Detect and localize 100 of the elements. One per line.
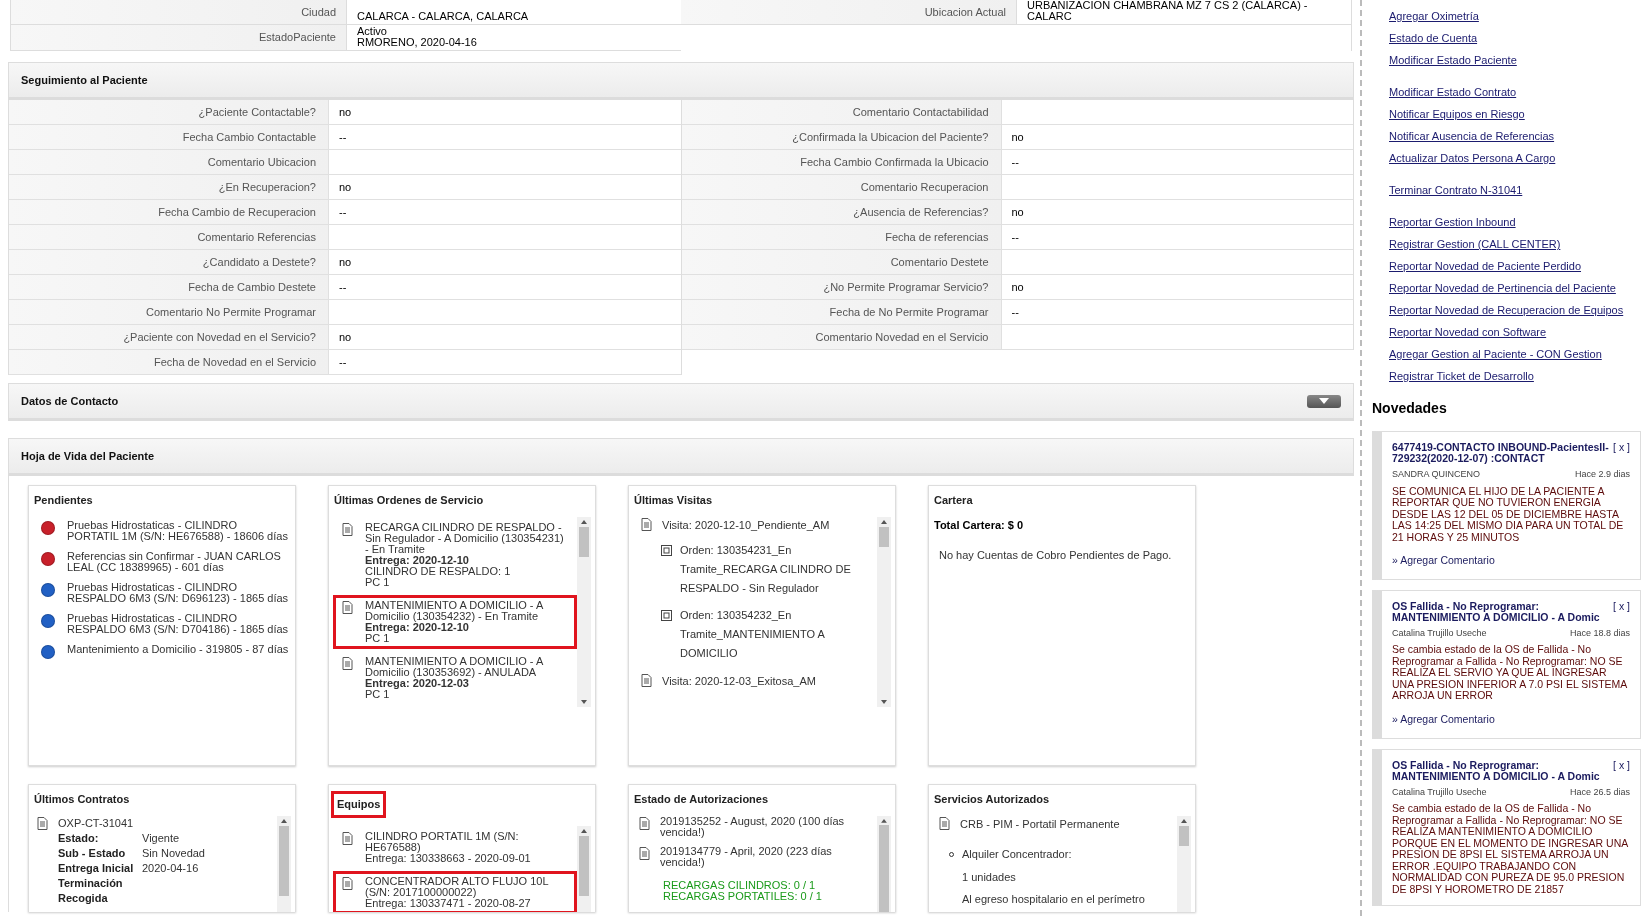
caret-icon (1319, 398, 1329, 404)
document-icon (641, 674, 652, 687)
panel-title: Seguimiento al Paciente (21, 72, 148, 88)
action-link[interactable]: Reportar Novedad con Software (1389, 324, 1547, 346)
visit-entry[interactable]: Visita: 2020-12-10_Pendiente_AM (662, 516, 830, 533)
action-link[interactable]: Reportar Novedad de Recuperacion de Equipos (1389, 302, 1624, 324)
service-detail: 1 unidades (961, 869, 1017, 885)
scrollbar[interactable] (577, 825, 591, 912)
field-value: -- (339, 129, 348, 145)
action-link[interactable]: Notificar Equipos en Riesgo (1389, 106, 1525, 128)
action-link[interactable]: Reportar Novedad de Pertinencia del Paciente (1389, 280, 1616, 302)
pending-item[interactable]: Pruebas Hidrostaticas - CILINDRO PORTATIL 1M (S/N: HE676588) - 18606 días (67, 519, 289, 542)
entry-line: CONCENTRADOR ALTO FLUJO 10L (S/N: 2017100000022) (365, 875, 550, 898)
field-value: CALARC (1027, 11, 1073, 22)
field-value: -- (1011, 229, 1020, 245)
order-icon (661, 610, 672, 621)
scroll-thumb[interactable] (279, 825, 289, 896)
entry-line: Entrega: 2020-12-03 (365, 677, 469, 689)
scrollbar[interactable] (1177, 815, 1191, 912)
visit-order: Orden: 130354231_En Tramite_RECARGA CILINDRO DE RESPALDO - Sin Regulador (680, 543, 852, 596)
cartera-total: Total Cartera: $ 0 (933, 517, 1025, 533)
field-value: no (339, 104, 353, 120)
list-entry[interactable]: CONCENTRADOR ALTO FLUJO 10L (S/N: 2017100000022) Entrega: 130337471 - 2020-08-27 (333, 870, 577, 912)
entry-line: MANTENIMIENTO A DOMICILIO - A Domicilio (130353692) - ANULADA (365, 655, 544, 678)
service-item: Alquiler Concentrador: (962, 847, 1072, 862)
add-comment-link[interactable]: » Agregar Comentario (1392, 553, 1495, 569)
card-title: Pendientes (34, 493, 93, 508)
action-link[interactable]: Agregar Oximetría (1389, 8, 1479, 30)
expand-toggle-button[interactable] (1307, 394, 1341, 408)
scrollbar[interactable] (277, 815, 291, 912)
card-title: Últimos Contratos (34, 792, 130, 807)
news-age: Hace 26.5 dias (1569, 785, 1630, 799)
authorization-entry[interactable]: 2019134779 - April, 2020 (223 días vencida!) (660, 845, 873, 868)
action-link[interactable]: Actualizar Datos Persona A Cargo (1389, 150, 1556, 172)
service-name[interactable]: CRB - PIM - Portatil Permanente (960, 815, 1120, 832)
action-link[interactable]: Reportar Gestion Inbound (1389, 214, 1516, 236)
authorization-entry[interactable]: 2019135252 - August, 2020 (100 días vencida!) (660, 815, 873, 838)
contract-label: Estado: (58, 830, 100, 846)
action-link[interactable]: Agregar Gestion al Paciente - CON Gestion (1389, 346, 1602, 368)
news-age: Hace 18.8 dias (1569, 626, 1630, 640)
pending-item[interactable]: Pruebas Hidrostaticas - CILINDRO RESPALDO 6M3 (S/N: D696123) - 1865 días (67, 581, 289, 604)
field-label: Comentario Novedad en el Servicio (681, 325, 1002, 349)
field-value: RMORENO, 2020-04-16 (357, 37, 477, 48)
document-icon (641, 517, 652, 531)
action-link[interactable]: Notificar Ausencia de Referencias (1389, 128, 1555, 150)
close-link[interactable]: [ x ] (1613, 759, 1630, 782)
field-label: Comentario No Permite Programar (9, 300, 329, 324)
visit-order: Orden: 130354232_En Tramite_MANTENIMIENTO A DOMICILIO (680, 608, 826, 661)
scroll-thumb[interactable] (879, 825, 889, 912)
visit-entry[interactable]: Visita: 2020-12-03_Exitosa_AM (662, 673, 816, 690)
field-value: Activo (357, 26, 388, 37)
action-link[interactable]: Terminar Contrato N-31041 (1389, 182, 1523, 204)
card-title: Últimas Ordenes de Servicio (334, 493, 484, 508)
scroll-thumb[interactable] (879, 526, 889, 547)
field-label: ¿Ausencia de Referencias? (681, 200, 1002, 224)
action-link[interactable]: Modificar Estado Contrato (1389, 84, 1517, 106)
list-entry[interactable]: CILINDRO PORTATIL 1M (S/N: HE676588) Entrega: 130338663 - 2020-09-01 (333, 825, 577, 869)
news-title: 6477419-CONTACTO INBOUND-PacientesII-729232(2020-12-07) :CONTACT (1392, 442, 1610, 464)
scroll-thumb[interactable] (579, 526, 589, 557)
action-link[interactable]: Reportar Novedad de Paciente Perdido (1389, 258, 1581, 280)
panel-title: Hoja de Vida del Paciente (21, 448, 155, 464)
action-link[interactable]: Registrar Ticket de Desarrollo (1389, 368, 1534, 390)
field-label: Fecha de referencias (681, 225, 1002, 249)
field-value: -- (339, 204, 348, 220)
list-entry[interactable]: RECARGA CILINDRO DE RESPALDO - Sin Regulador - A Domicilio (130354231) - En Tramite Entrega: 2020-12-10 CILINDRO DE RESPALDO: 1 PC 1 (333, 516, 577, 593)
news-body: SE COMUNICA EL HIJO DE LA PACIENTE A REPORTAR QUE NO TUVIERON ENERGIA DESDE LAS 12 DEL 05 DE DICIEMBRE HASTA LAS 14:25 DEL MISMO DIA PARA UN TOTAL DE 21 HORAS Y 25 MINUTOS (1392, 485, 1625, 543)
scroll-thumb[interactable] (1179, 825, 1189, 846)
service-detail: Al egreso hospitalario en el perímetro (961, 892, 1146, 907)
document-icon (37, 816, 48, 830)
document-icon (342, 600, 353, 614)
pending-item[interactable]: Mantenimiento a Domicilio - 319805 - 87 días (67, 643, 289, 655)
scrollbar[interactable] (577, 516, 591, 707)
panel-title: Datos de Contacto (21, 393, 119, 409)
entry-line: PC 1 (365, 576, 391, 588)
add-comment-link[interactable]: » Agregar Comentario (1392, 711, 1495, 728)
entry-line: Entrega: 2020-12-10 (365, 554, 470, 566)
field-value: no (339, 179, 353, 195)
close-link[interactable]: [ x ] (1613, 600, 1630, 623)
card-title: Cartera (934, 493, 973, 508)
list-entry[interactable]: MANTENIMIENTO A DOMICILIO - A Domicilio (130353692) - ANULADA Entrega: 2020-12-03 PC 1 (333, 650, 577, 705)
document-icon (342, 522, 353, 536)
document-icon (939, 816, 950, 830)
action-link[interactable]: Modificar Estado Paciente (1389, 52, 1517, 74)
scroll-thumb[interactable] (579, 835, 589, 896)
contract-value: 2020-04-16 (142, 860, 199, 876)
scrollbar[interactable] (877, 516, 891, 707)
list-entry[interactable]: MANTENIMIENTO A DOMICILIO - A Domicilio (130354232) - En Tramite Entrega: 2020-12-10 PC 1 (333, 594, 577, 649)
field-value: URBANIZACION CHAMBRANA MZ 7 CS 2 (CALARCA) - (1027, 0, 1308, 11)
entry-line: RECARGA CILINDRO DE RESPALDO - Sin Regulador - A Domicilio (130354231) - En Tramite (365, 521, 565, 555)
contract-code[interactable]: OXP-CT-31041 (58, 815, 205, 831)
field-label: Ubicacion Actual (681, 0, 1017, 24)
news-author: SANDRA QUINCENO (1392, 468, 1480, 481)
field-value: no (339, 329, 353, 345)
action-link[interactable]: Registrar Gestion (CALL CENTER) (1389, 236, 1561, 258)
pending-item[interactable]: Referencias sin Confirmar - JUAN CARLOS LEAL (CC 18389965) - 601 días (67, 550, 289, 573)
scrollbar[interactable] (877, 815, 891, 912)
close-link[interactable]: [ x ] (1613, 442, 1630, 464)
action-link[interactable]: Estado de Cuenta (1389, 30, 1478, 52)
pending-item[interactable]: Pruebas Hidrostaticas - CILINDRO RESPALDO 6M3 (S/N: D704186) - 1865 días (67, 612, 289, 635)
document-icon (342, 876, 353, 890)
